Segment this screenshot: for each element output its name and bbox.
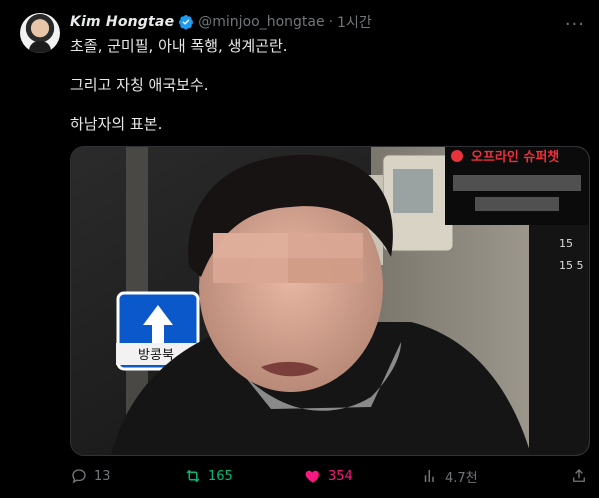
media-photo: 방콩북 15 15 5 오프라인 슈퍼챗 <box>71 147 589 455</box>
retweet-button[interactable]: 165 <box>184 462 233 490</box>
share-button[interactable] <box>570 462 588 490</box>
tweet-actions: 13 165 354 4.7천 <box>70 462 590 490</box>
superchat-overlay: 오프라인 슈퍼챗 <box>445 147 589 225</box>
heart-icon <box>305 470 319 483</box>
reply-button[interactable]: 13 <box>70 462 111 490</box>
tweet-line: 하남자의 표본. <box>70 115 163 133</box>
like-button[interactable]: 354 <box>304 462 353 490</box>
views-button[interactable]: 4.7천 <box>421 462 478 490</box>
tweet: Kim Hongtae @minjoo_hongtae · 1시간 ··· 초졸… <box>0 0 599 498</box>
side-text-1: 15 <box>559 237 573 250</box>
author-name[interactable]: Kim Hongtae <box>70 14 174 30</box>
reply-count: 13 <box>94 468 111 484</box>
reply-icon <box>72 469 86 484</box>
author-handle[interactable]: @minjoo_hongtae <box>198 14 324 30</box>
like-count: 354 <box>328 468 353 484</box>
more-options-icon[interactable]: ··· <box>565 14 585 35</box>
share-icon <box>573 469 585 482</box>
tweet-media-image[interactable]: 방콩북 15 15 5 오프라인 슈퍼챗 <box>70 146 590 456</box>
views-count: 4.7천 <box>445 470 478 486</box>
tweet-time[interactable]: 1시간 <box>337 12 372 32</box>
verified-badge-icon <box>179 15 194 30</box>
tweet-text: 초졸, 군미필, 아내 폭행, 생계곤란. 그리고 자칭 애국보수. 하남자의 … <box>70 35 579 152</box>
side-text-2: 15 5 <box>559 259 584 272</box>
separator-dot: · <box>328 14 334 30</box>
retweet-icon <box>186 469 200 483</box>
views-icon <box>424 470 434 482</box>
overlay-title: 오프라인 슈퍼챗 <box>471 149 559 165</box>
avatar[interactable] <box>20 13 60 53</box>
retweet-count: 165 <box>208 468 233 484</box>
tweet-line: 초졸, 군미필, 아내 폭행, 생계곤란. <box>70 37 288 55</box>
tweet-line: 그리고 자칭 애국보수. <box>70 76 209 94</box>
sign-text: 방콩북 <box>138 348 174 363</box>
tweet-header: Kim Hongtae @minjoo_hongtae · 1시간 <box>70 12 372 32</box>
